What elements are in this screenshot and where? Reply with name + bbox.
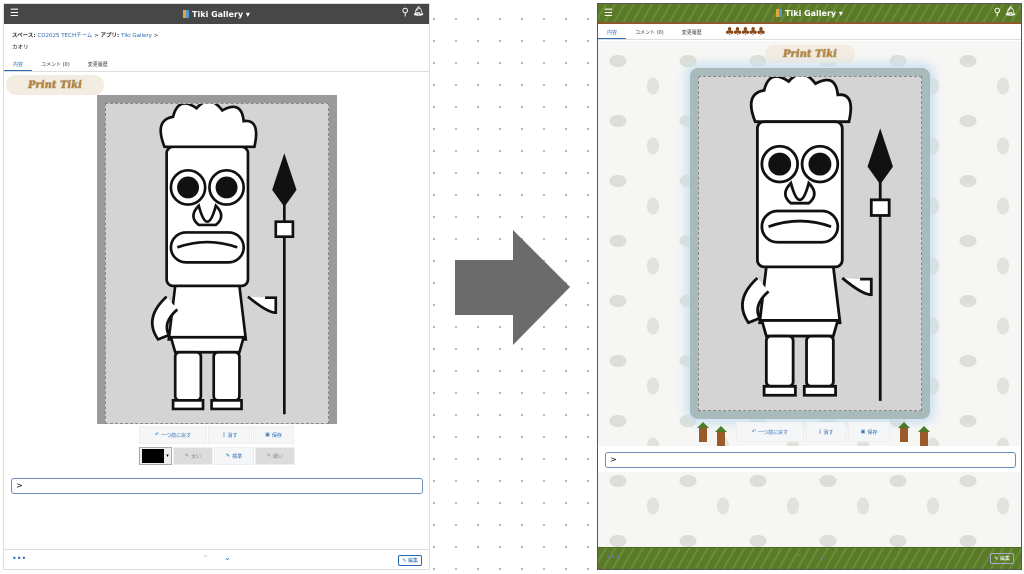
hamburger-menu-icon[interactable]: ☰ [10,8,19,19]
app-header: ☰ Tiki Gallery ▾ ⚲ 🔔︎ [4,4,429,24]
after-screen: ☰ Tiki Gallery ▾ ⚲ 🔔︎ 内容 コメント (0) 変更履歴 ♣… [597,3,1022,570]
drawing-canvas-frame [97,95,337,424]
search-icon[interactable]: ⚲ [994,7,1001,18]
drawing-canvas[interactable] [698,72,922,411]
chevron-down-icon[interactable]: ⌄ [224,553,231,562]
edit-label: 編集 [999,556,1010,562]
space-label: スペース: [12,33,38,39]
app-logo-icon [776,9,783,17]
save-button[interactable]: ▣ 保存 [253,426,294,444]
chevron-down-icon: ▾ [166,453,169,459]
app-logo-icon [183,10,190,18]
undo-icon: ↶ [154,432,160,438]
save-icon: ▣ [265,432,270,438]
pencil-icon: ✎ [225,453,231,459]
hamburger-menu-icon[interactable]: ☰ [604,8,613,19]
color-swatch [142,449,165,463]
bell-icon[interactable]: 🔔︎ [413,7,424,17]
thin-label: 細い [273,453,284,460]
breadcrumb-sep: > [92,33,101,39]
app-title[interactable]: Tiki Gallery [192,10,243,19]
drawing-canvas-frame [690,68,930,419]
tab-bar: 内容 コメント (0) 変更履歴 ♣♣♣♣♣ [598,24,1021,40]
undo-button[interactable]: ↶ 一つ前に戻す [139,426,207,444]
space-link[interactable]: CD2025 TECHチーム [37,33,92,39]
clear-label: 消す [227,432,238,439]
undo-label: 一つ前に戻す [758,429,789,436]
tab-history[interactable]: 変更履歴 [79,56,117,71]
trash-icon: ▯ [222,432,226,438]
drawing-canvas[interactable] [105,99,329,424]
more-icon[interactable]: ••• [12,554,26,563]
app-link[interactable]: Tiki Gallery [121,33,152,39]
clear-button[interactable]: ▯ 消す [208,426,252,444]
save-label: 保存 [271,432,282,439]
color-picker[interactable]: ▾ [139,447,172,465]
print-tiki-banner: Print Tiki [765,45,855,63]
tiki-character-icon [695,422,711,448]
thick-pen-button[interactable]: ✎ 太い [173,447,213,465]
footer-bar: ••• ⌃ ⌄ ✎ 編集 [4,549,429,569]
chevron-up-icon[interactable]: ⌃ [202,554,209,563]
breadcrumb-sep: > [151,33,159,39]
save-icon: ▣ [860,429,866,435]
pencil-icon: ✎ [184,453,190,459]
comment-input[interactable]: > [11,478,423,494]
edit-button[interactable]: ✎ 編集 [398,555,422,566]
tab-comments[interactable]: コメント (0) [626,24,673,39]
tiki-character-icon [896,422,912,448]
chevron-up-icon[interactable]: ⌃ [796,553,803,562]
comment-input[interactable]: > [605,452,1016,468]
tab-content[interactable]: 内容 [4,56,33,71]
app-label: アプリ: [100,33,122,39]
save-label: 保存 [867,429,878,436]
edit-label: 編集 [407,558,418,564]
print-tiki-banner: Print Tiki [6,75,104,95]
undo-label: 一つ前に戻す [161,432,192,439]
tiki-characters-decoration: ♣♣♣♣♣ [724,25,766,38]
arrow-right-icon [455,230,570,345]
tab-content[interactable]: 内容 [598,24,627,39]
tab-history[interactable]: 変更履歴 [673,24,711,39]
chevron-down-icon[interactable]: ⌄ [818,552,825,561]
tiki-illustration [740,72,893,403]
clear-button[interactable]: ▯ 消す [806,422,846,442]
undo-button[interactable]: ↶ 一つ前に戻す [736,422,804,442]
normal-pen-button[interactable]: ✎ 標準 [214,447,254,465]
app-header: ☰ Tiki Gallery ▾ ⚲ 🔔︎ [598,4,1021,24]
chevron-down-icon[interactable]: ▾ [836,9,843,18]
thick-label: 太い [191,453,202,460]
tab-comments[interactable]: コメント (0) [32,56,79,71]
more-icon[interactable]: ••• [606,553,620,562]
app-title[interactable]: Tiki Gallery [785,9,836,18]
clear-label: 消す [823,429,834,436]
pencil-icon: ✎ [266,453,272,459]
tab-bar: 内容 コメント (0) 変更履歴 [4,56,429,72]
record-title: カオリ [12,45,29,51]
edit-button[interactable]: ✎ 編集 [990,553,1014,564]
tiki-illustration [150,99,297,416]
trash-icon: ▯ [818,429,822,435]
save-button[interactable]: ▣ 保存 [848,422,890,442]
normal-label: 標準 [232,453,243,460]
thin-pen-button[interactable]: ✎ 細い [255,447,295,465]
search-icon[interactable]: ⚲ [402,7,409,18]
undo-icon: ↶ [751,429,757,435]
footer-bar: ••• ⌃ ⌄ ✎ 編集 [598,547,1021,569]
bell-icon[interactable]: 🔔︎ [1005,7,1016,17]
breadcrumb: スペース: CD2025 TECHチーム > アプリ: Tiki Gallery… [12,31,158,39]
chevron-down-icon[interactable]: ▾ [243,10,250,19]
before-screen: ☰ Tiki Gallery ▾ ⚲ 🔔︎ スペース: CD2025 TECHチ… [3,3,430,570]
